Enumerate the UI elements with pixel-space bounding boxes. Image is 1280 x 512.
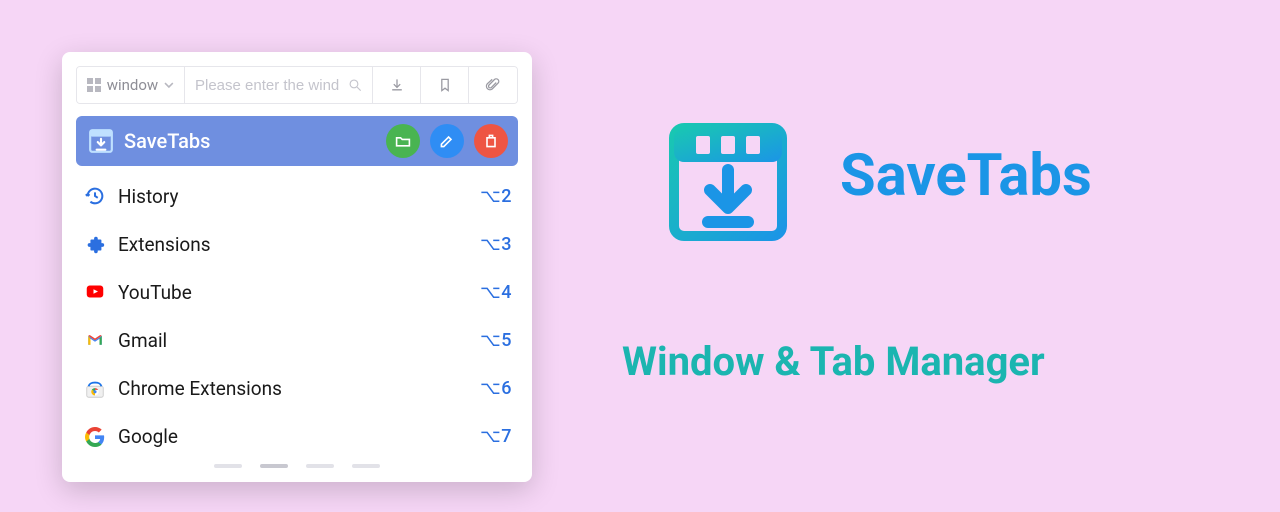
list-item[interactable]: YouTube ⌥4 [76,268,518,316]
hero-subtitle: Window & Tab Manager [622,338,1045,385]
chrome-web-store-icon [84,378,106,400]
google-icon [84,426,106,448]
list-item-shortcut: ⌥5 [480,330,512,351]
savetabs-icon [88,128,114,154]
open-folder-button[interactable] [386,124,420,158]
bookmark-button[interactable] [421,67,469,103]
list-item-label: Google [118,425,480,448]
history-icon [84,185,106,207]
windows-icon [87,78,101,92]
list-item-shortcut: ⌥4 [480,282,512,303]
page-dot[interactable] [214,464,242,468]
page-dot[interactable] [260,464,288,468]
list-item-shortcut: ⌥7 [480,426,512,447]
list-item-label: Chrome Extensions [118,377,480,400]
list-item-shortcut: ⌥6 [480,378,512,399]
tab-list: History ⌥2 Extensions ⌥3 YouTube ⌥4 [76,166,518,460]
bookmark-icon [437,77,453,93]
search-icon [348,77,362,93]
list-item-shortcut: ⌥3 [480,234,512,255]
pagination-dots [76,460,518,468]
youtube-icon [84,282,106,304]
puzzle-icon [84,234,106,256]
extension-popup-panel: window [62,52,532,482]
window-selector[interactable]: window [77,67,185,103]
trash-icon [483,133,499,149]
search-input[interactable] [195,77,342,94]
list-item-label: Extensions [118,233,480,256]
list-item[interactable]: History ⌥2 [76,172,518,220]
attach-button[interactable] [469,67,517,103]
toolbar: window [76,66,518,104]
folder-open-icon [395,133,411,149]
hero-title: SaveTabs [840,142,1092,210]
list-item[interactable]: Extensions ⌥3 [76,220,518,268]
active-session-row[interactable]: SaveTabs [76,116,518,166]
search-cell [185,67,373,103]
list-item[interactable]: Chrome Extensions ⌥6 [76,364,518,412]
chevron-down-icon [164,80,174,90]
list-item-shortcut: ⌥2 [480,186,512,207]
delete-button[interactable] [474,124,508,158]
list-item-label: History [118,185,480,208]
pencil-icon [439,133,455,149]
paperclip-icon [485,77,501,93]
gmail-icon [84,330,106,352]
window-selector-label: window [107,76,159,94]
download-button[interactable] [373,67,421,103]
page-dot[interactable] [352,464,380,468]
edit-button[interactable] [430,124,464,158]
page-dot[interactable] [306,464,334,468]
active-session-title: SaveTabs [124,129,376,153]
list-item[interactable]: Google ⌥7 [76,412,518,460]
list-item-label: YouTube [118,281,480,304]
download-icon [389,77,405,93]
hero-savetabs-icon [668,122,788,242]
list-item-label: Gmail [118,329,480,352]
list-item[interactable]: Gmail ⌥5 [76,316,518,364]
